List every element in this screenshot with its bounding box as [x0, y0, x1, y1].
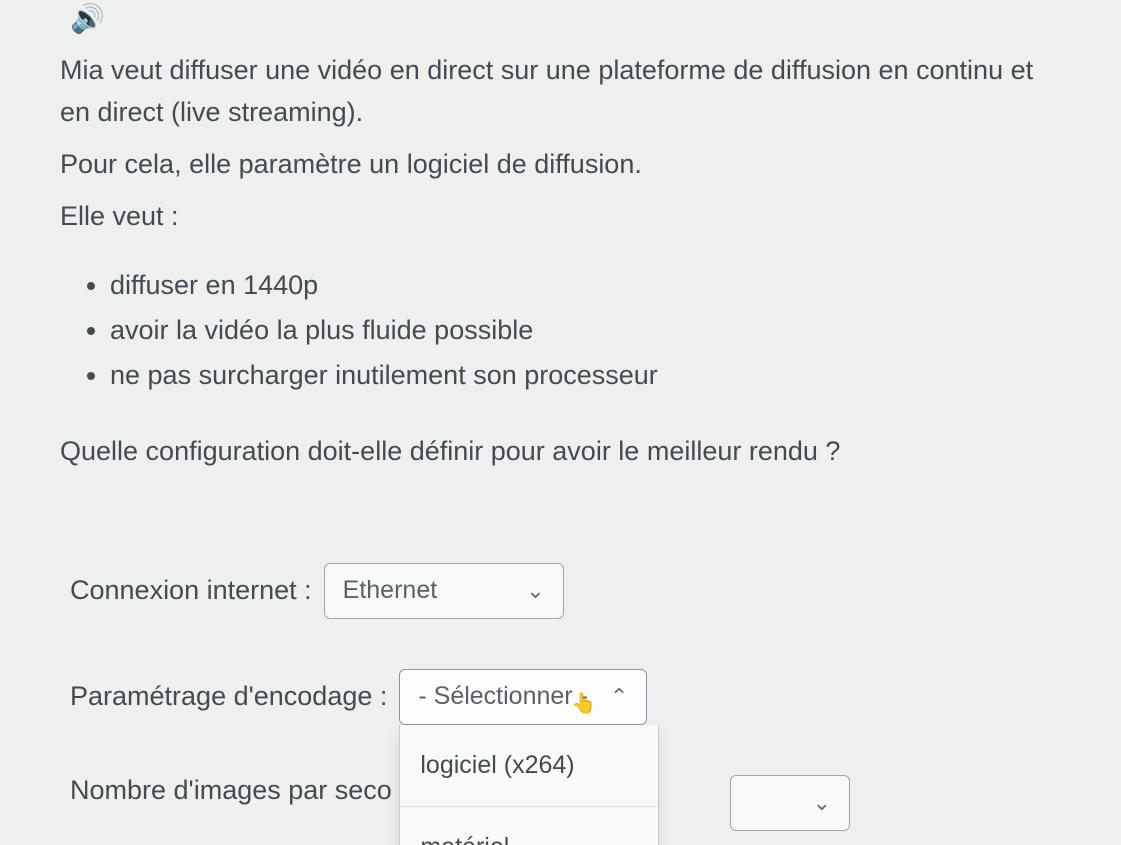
question-block: Mia veut diffuser une vidéo en direct su…: [60, 50, 1061, 473]
connection-value: Ethernet: [343, 576, 438, 605]
connection-label: Connexion internet :: [70, 575, 312, 606]
encoding-value: - Sélectionner -: [418, 682, 588, 711]
quiz-page: 🔊 Mia veut diffuser une vidéo en direct …: [0, 0, 1121, 806]
connection-select[interactable]: Ethernet ⌄: [324, 563, 564, 619]
encoding-option-materiel[interactable]: matériel: [400, 806, 658, 845]
encoding-group: - Sélectionner - ⌃ 👆 logiciel (x264) mat…: [399, 669, 647, 725]
speaker-icon[interactable]: 🔊: [70, 2, 105, 35]
chevron-down-icon: ⌄: [526, 578, 544, 604]
encoding-select[interactable]: - Sélectionner - ⌃ 👆: [399, 669, 647, 725]
list-item: ne pas surcharger inutilement son proces…: [110, 355, 1061, 397]
chevron-up-icon: ⌃: [610, 684, 628, 710]
fps-label: Nombre d'images par seco: [70, 775, 392, 806]
question-prompt: Quelle configuration doit-elle définir p…: [60, 431, 1061, 473]
encoding-option-logiciel[interactable]: logiciel (x264): [400, 725, 658, 806]
question-line-1: Mia veut diffuser une vidéo en direct su…: [60, 50, 1061, 134]
connection-row: Connexion internet : Ethernet ⌄: [70, 563, 1051, 619]
list-item: avoir la vidéo la plus fluide possible: [110, 310, 1061, 352]
encoding-dropdown: logiciel (x264) matériel: [399, 725, 659, 845]
list-item: diffuser en 1440p: [110, 265, 1061, 307]
fps-select[interactable]: ⌄: [730, 775, 850, 831]
fps-select-wrap: ⌄: [730, 775, 850, 831]
question-line-3: Elle veut :: [60, 196, 1061, 238]
chevron-down-icon: ⌄: [813, 790, 831, 816]
configuration-form: Connexion internet : Ethernet ⌄ Paramétr…: [60, 523, 1061, 806]
requirements-list: diffuser en 1440p avoir la vidéo la plus…: [110, 265, 1061, 397]
encoding-label: Paramétrage d'encodage :: [70, 681, 387, 712]
encoding-row: Paramétrage d'encodage : - Sélectionner …: [70, 669, 1051, 725]
question-line-2: Pour cela, elle paramètre un logiciel de…: [60, 144, 1061, 186]
